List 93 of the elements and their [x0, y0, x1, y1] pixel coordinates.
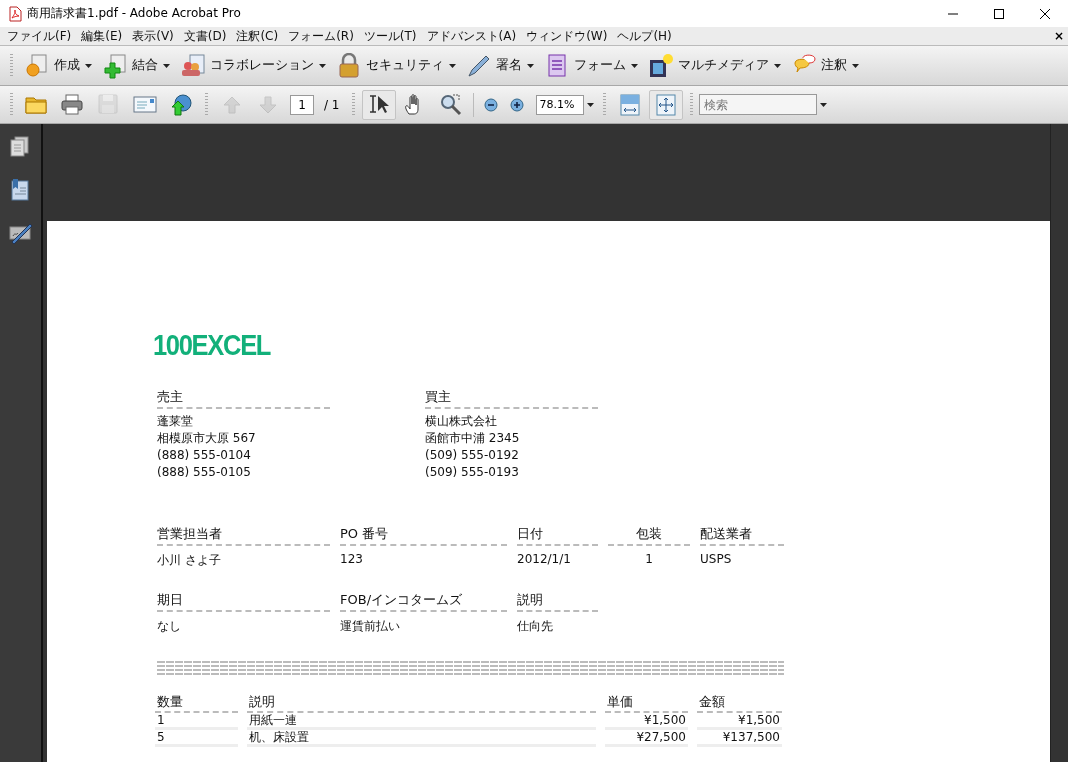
caret-icon: [85, 63, 92, 68]
address-line: (509) 555-0193: [425, 464, 520, 481]
column-header: 単価: [605, 693, 688, 713]
fit-width-icon: [617, 92, 642, 117]
table-cell: 1: [155, 713, 238, 730]
field-label: 配送業者: [700, 525, 784, 546]
document-star-icon: [24, 52, 50, 79]
menu-item[interactable]: アドバンスト(A): [421, 27, 522, 45]
caret-icon: [852, 63, 859, 68]
company-logo: 100EXCEL: [153, 329, 271, 362]
table-cell: ¥27,500: [605, 730, 688, 747]
column-header: 金額: [697, 693, 782, 713]
task-button[interactable]: マルチメディア: [643, 49, 786, 82]
select-tool-button[interactable]: [361, 89, 396, 120]
globe-arrow-icon: [169, 92, 193, 117]
down-arrow-icon: [258, 94, 278, 115]
table-cell: ¥137,500: [697, 730, 782, 747]
field-value: 小川 さよ子: [157, 552, 222, 569]
caret-icon: [631, 63, 638, 68]
caret-icon: [527, 63, 534, 68]
table-cell: 5: [155, 730, 238, 747]
plus-circle-icon: [509, 97, 524, 112]
task-button[interactable]: 作成: [19, 49, 97, 82]
address-line: (888) 555-0104: [157, 447, 252, 464]
padlock-icon: [336, 52, 362, 79]
menu-item[interactable]: 注釈(C): [231, 27, 284, 45]
caret-icon: [449, 63, 456, 68]
menu-item[interactable]: フォーム(R): [283, 27, 359, 45]
menu-item[interactable]: ファイル(F): [2, 27, 77, 45]
zoom-field[interactable]: 78.1%: [535, 94, 584, 115]
address-line: 横山株式会社: [425, 413, 498, 430]
table-cell: 机、床設置: [247, 730, 596, 747]
task-button[interactable]: フォーム: [539, 49, 643, 82]
task-button[interactable]: コラボレーション: [175, 49, 331, 82]
column-header: 数量: [155, 693, 238, 713]
menu-item[interactable]: 文書(D): [178, 27, 232, 45]
address-line: 蓬莱堂: [157, 413, 194, 430]
caret-icon: [319, 63, 326, 68]
field-label: PO 番号: [340, 525, 507, 546]
field-label: 日付: [517, 525, 598, 546]
close-document-button[interactable]: ×: [1049, 29, 1068, 43]
address-line: (888) 555-0105: [157, 464, 252, 481]
field-value: 123: [340, 552, 364, 566]
magnifier-icon: [438, 92, 463, 117]
caret-icon: [163, 63, 170, 68]
document-plus-icon: [102, 52, 128, 79]
table-cell: ¥1,500: [697, 713, 782, 730]
page-number-field[interactable]: 1: [290, 94, 314, 115]
field-value: 2012/1/1: [517, 552, 572, 566]
maximize-icon: [993, 7, 1005, 20]
section-heading: 売主: [157, 388, 330, 409]
menu-item[interactable]: ツール(T): [358, 27, 422, 45]
fit-page-icon: [653, 92, 678, 117]
people-document-icon: [180, 52, 206, 79]
field-label: 包装: [608, 525, 690, 546]
printer-icon: [61, 92, 85, 117]
section-heading: 買主: [425, 388, 598, 409]
pdf-file-icon: [7, 5, 23, 22]
menu-item[interactable]: ヘルプ(H): [612, 27, 677, 45]
field-label: 営業担当者: [157, 525, 330, 546]
address-line: 函館市中浦 2345: [425, 430, 521, 447]
field-label: 期日: [157, 591, 330, 612]
pen-document-icon: [8, 221, 33, 245]
field-value: なし: [157, 618, 182, 635]
column-header: 説明: [247, 693, 596, 713]
table-cell: ¥1,500: [605, 713, 688, 730]
page-count: / 1: [324, 97, 340, 112]
up-arrow-icon: [222, 94, 242, 115]
task-button[interactable]: セキュリティ: [331, 49, 461, 82]
field-value: 仕向先: [517, 618, 554, 635]
caret-icon: [819, 102, 827, 107]
minus-circle-icon: [483, 97, 498, 112]
field-value: USPS: [700, 552, 733, 566]
address-line: (509) 555-0192: [425, 447, 520, 464]
task-button[interactable]: 結合: [97, 49, 175, 82]
floppy-disk-icon: [97, 92, 121, 117]
film-star-icon: [648, 52, 674, 79]
search-field[interactable]: 検索: [698, 94, 817, 115]
field-label: 説明: [517, 591, 598, 612]
task-button[interactable]: 注釈: [786, 49, 864, 82]
field-value: 1: [644, 552, 654, 566]
field-label: FOB/インコタームズ: [340, 591, 507, 612]
menu-item[interactable]: 編集(E): [76, 27, 128, 45]
caret-icon: [586, 102, 594, 107]
menu-item[interactable]: ウィンドウ(W): [521, 27, 613, 45]
window-title: 商用請求書1.pdf - Adobe Acrobat Pro: [27, 5, 241, 22]
menu-item[interactable]: 表示(V): [127, 27, 179, 45]
table-cell: 用紙一連: [247, 713, 596, 730]
field-value: 運賃前払い: [340, 618, 401, 635]
caret-icon: [774, 63, 781, 68]
close-icon: [1039, 7, 1051, 20]
address-line: 相模原市大原 567: [157, 430, 257, 447]
task-button[interactable]: 署名: [461, 49, 539, 82]
